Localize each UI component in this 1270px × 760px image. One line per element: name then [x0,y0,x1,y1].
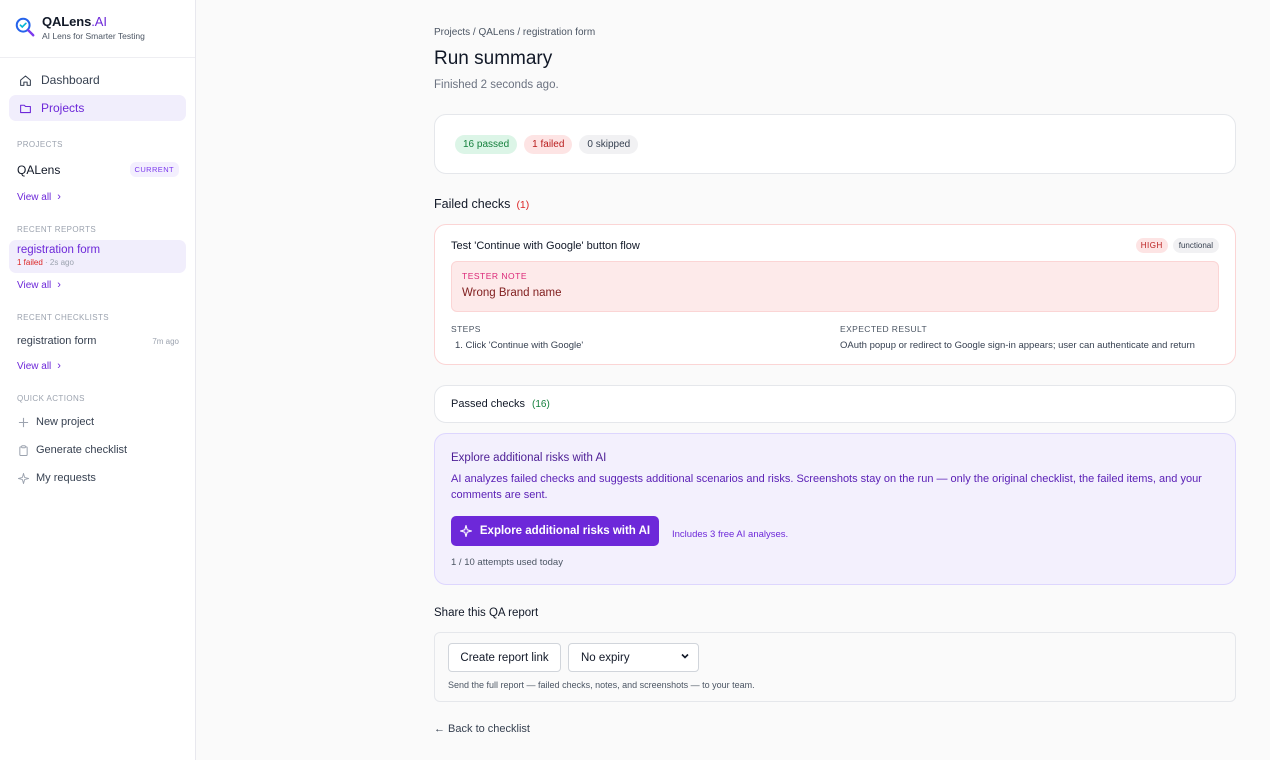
breadcrumb[interactable]: Projects / QALens / registration form [434,27,595,38]
expected-result-text: OAuth popup or redirect to Google sign-i… [840,340,1195,351]
explore-risks-button-label: Explore additional risks with AI [479,525,651,537]
divider [0,57,195,58]
report-title: registration form [17,244,101,256]
checklist-time: 7m ago [152,336,179,346]
nav-dashboard-label: Dashboard [41,73,100,87]
expiry-select[interactable]: No expiry [568,643,699,672]
projects-section-label: PROJECTS [17,140,63,149]
passed-badge: 16 passed [455,134,518,154]
chevron-down-icon [680,651,690,664]
failed-check-title: Test 'Continue with Google' button flow [451,240,640,252]
passed-checks-heading: Passed checks [451,398,525,410]
category-badge: functional [1172,238,1219,253]
sparkle-icon [17,472,29,484]
chevron-right-icon: › [57,360,61,372]
recent-checklists-label: RECENT CHECKLISTS [17,313,110,322]
my-requests-action[interactable]: My requests [17,472,96,484]
back-to-checklist-link[interactable]: ← Back to checklist [434,723,530,735]
ai-risks-card: Explore additional risks with AI AI anal… [434,433,1236,585]
chevron-right-icon: › [57,191,61,203]
free-analyses-note: Includes 3 free AI analyses. [672,529,789,540]
current-badge: CURRENT [129,162,179,177]
recent-reports-label: RECENT REPORTS [17,225,97,234]
share-help-text: Send the full report — failed checks, no… [448,680,755,690]
attempts-counter: 1 / 10 attempts used today [451,557,563,568]
expiry-selected-value: No expiry [581,651,630,664]
stats-card: 16 passed 1 failed 0 skipped [434,114,1236,174]
checklists-view-all-link[interactable]: View all › [17,360,61,372]
brand-tagline: AI Lens for Smarter Testing [42,31,145,41]
recent-checklist-item[interactable]: registration form 7m ago [17,335,179,347]
generate-checklist-action[interactable]: Generate checklist [17,444,127,456]
main-content: Projects / QALens / registration form Ru… [196,0,1270,760]
tester-note: TESTER NOTE Wrong Brand name [451,261,1219,312]
share-heading: Share this QA report [434,607,539,619]
folder-icon [18,101,32,115]
recent-report-item[interactable]: registration form 1 failed · 2s ago [9,240,186,273]
nav-dashboard[interactable]: Dashboard [9,67,186,93]
chevron-right-icon: › [57,279,61,291]
checklist-name: registration form [17,335,97,347]
ai-card-title: Explore additional risks with AI [451,452,607,464]
passed-count: (16) [531,398,550,410]
report-meta: 1 failed · 2s ago [17,258,74,267]
quick-actions-label: QUICK ACTIONS [17,394,85,403]
brand[interactable]: QALens.AI AI Lens for Smarter Testing [14,14,145,41]
failed-badge: 1 failed [524,134,573,154]
sparkle-icon [459,525,472,537]
clipboard-icon [17,444,29,456]
share-card: Create report link No expiry Send the fu… [434,632,1236,702]
failed-check-card[interactable]: Test 'Continue with Google' button flow … [434,224,1236,365]
steps-label: STEPS [451,324,481,334]
brand-name: QALens.AI [42,14,107,29]
step-item: 1. Click 'Continue with Google' [455,340,584,351]
create-report-link-button[interactable]: Create report link [448,643,561,672]
expected-result-label: EXPECTED RESULT [840,324,928,334]
ai-card-description: AI analyzes failed checks and suggests a… [451,473,1202,501]
nav-projects-label: Projects [41,101,85,115]
plus-icon [17,416,29,428]
failed-count: (1) [516,199,530,211]
projects-view-all-link[interactable]: View all › [17,191,61,203]
severity-badge: HIGH [1135,238,1168,253]
new-project-action[interactable]: New project [17,416,94,428]
explore-risks-button[interactable]: Explore additional risks with AI [451,516,659,546]
magnifier-logo-icon [15,17,35,37]
page-subtitle: Finished 2 seconds ago. [434,79,559,91]
reports-view-all-link[interactable]: View all › [17,279,61,291]
failed-checks-heading: Failed checks (1) [434,197,530,211]
project-item[interactable]: QALens CURRENT [17,162,179,177]
project-name: QALens [17,162,61,177]
tester-note-text: Wrong Brand name [462,287,562,299]
page-title: Run summary [434,48,553,69]
sidebar: QALens.AI AI Lens for Smarter Testing Da… [0,0,196,760]
nav-projects[interactable]: Projects [9,95,186,121]
passed-checks-toggle[interactable]: Passed checks (16) [434,385,1236,423]
tester-note-label: TESTER NOTE [462,271,528,281]
home-icon [18,73,32,87]
skipped-badge: 0 skipped [579,134,639,154]
